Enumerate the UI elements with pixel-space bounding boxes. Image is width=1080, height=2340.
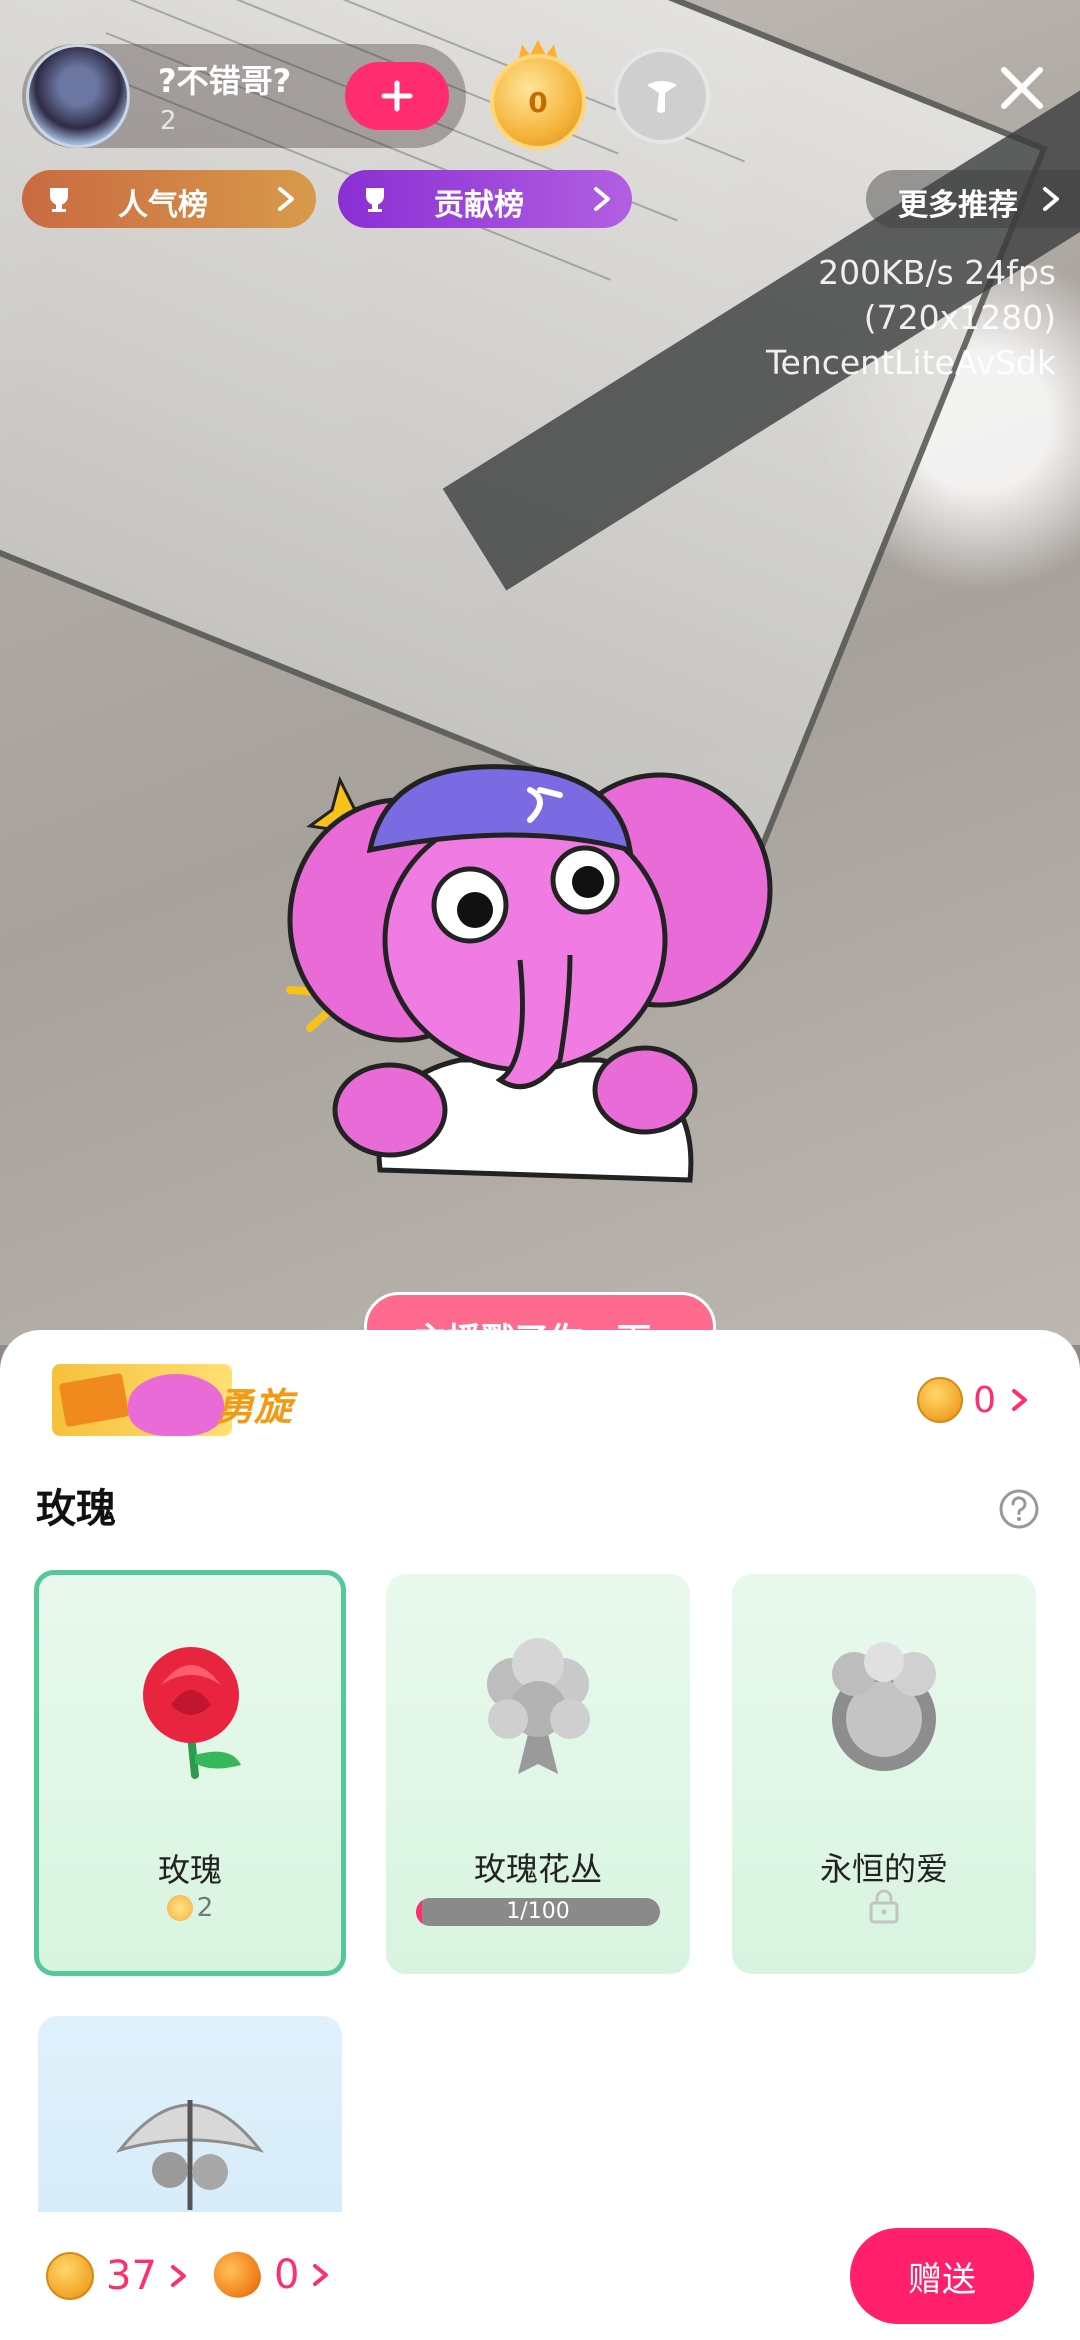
umbrella-icon (115, 2100, 265, 2210)
trophy-icon (50, 188, 68, 212)
follow-button[interactable] (345, 62, 449, 130)
host-viewer-count: 2 (160, 106, 177, 136)
bean-balance[interactable]: 0 (207, 2245, 331, 2305)
gift-panel: 勇旋 0 玫瑰 玫瑰 2 玫瑰花丛 1/100 永恒的爱 (0, 1330, 1080, 2340)
close-icon[interactable] (996, 62, 1048, 114)
chevron-right-icon (1012, 1389, 1027, 1411)
rose-icon (143, 1647, 241, 1779)
chevron-right-icon (594, 187, 610, 211)
app-logo-badge[interactable] (614, 48, 710, 144)
more-recommend-button[interactable]: 更多推荐 (866, 170, 1080, 228)
rose-bouquet-icon (487, 1638, 590, 1774)
help-icon[interactable] (998, 1488, 1040, 1530)
gift-progress-bar: 1/100 (416, 1898, 660, 1926)
popularity-rank-label: 人气榜 (118, 188, 208, 223)
promo-text: 勇旋 (216, 1385, 293, 1429)
chevron-right-icon (278, 187, 294, 211)
clock-flowers-icon (832, 1642, 936, 1771)
gift-card-rose[interactable]: 玫瑰 2 (34, 1570, 346, 1976)
level-value: 0 (490, 54, 586, 150)
coin-balance[interactable]: 37 (46, 2252, 189, 2300)
coin-balance-top[interactable]: 0 (917, 1376, 1030, 1424)
gift-price-value: 2 (196, 1893, 214, 1923)
host-info-bar: ?不错哥? 2 (22, 44, 466, 154)
stream-resolution: (720x1280) (863, 298, 1056, 337)
plus-icon (381, 80, 413, 112)
gift-bottom-bar: 37 0 赠送 (0, 2212, 1080, 2340)
contribution-rank-label: 贡献榜 (434, 188, 524, 223)
more-recommend-label: 更多推荐 (898, 188, 1018, 223)
host-avatar[interactable] (26, 44, 130, 148)
send-gift-button[interactable]: 赠送 (850, 2228, 1034, 2324)
gold-coin-icon (46, 2252, 94, 2300)
promo-banner[interactable] (52, 1364, 232, 1436)
gift-progress-text: 1/100 (506, 1899, 570, 1924)
gift-card-eternal-love[interactable]: 永恒的爱 (732, 1574, 1036, 1974)
gold-coin-icon (917, 1377, 964, 1423)
chevron-right-icon (1043, 187, 1059, 211)
bean-balance-value: 0 (274, 2252, 300, 2298)
coin-icon (166, 1895, 193, 1921)
trophy-icon (366, 188, 384, 212)
popularity-rank-button[interactable]: 人气榜 (22, 170, 316, 228)
level-coin-badge[interactable]: 0 (476, 40, 600, 150)
elephant-icon (128, 1374, 224, 1436)
coin-balance-value: 37 (106, 2253, 157, 2299)
gift-card-rose-bush[interactable]: 玫瑰花丛 1/100 (386, 1574, 690, 1974)
elephant-mascot-animation (286, 764, 773, 1183)
red-envelope-icon (58, 1372, 130, 1428)
gift-name: 永恒的爱 (819, 1850, 948, 1888)
chevron-right-icon (170, 2265, 186, 2287)
gift-section-title: 玫瑰 (36, 1486, 116, 1532)
gift-price: 2 (39, 1893, 341, 1923)
coin-balance-top-value: 0 (973, 1379, 996, 1421)
stream-bitrate: 200KB/s 24fps (818, 253, 1056, 292)
gift-name: 玫瑰 (157, 1851, 222, 1889)
stream-stats: 200KB/s 24fps (720x1280) TencentLiteAvSd… (766, 250, 1056, 385)
contribution-rank-button[interactable]: 贡献榜 (338, 170, 632, 228)
app-logo-icon (647, 81, 677, 113)
lock-icon (869, 1889, 899, 1924)
bean-icon (207, 2245, 267, 2305)
stream-sdk: TencentLiteAvSdk (765, 343, 1056, 382)
host-name: ?不错哥? (158, 62, 292, 100)
gift-name: 玫瑰花丛 (473, 1850, 602, 1888)
chevron-right-icon (313, 2264, 329, 2286)
